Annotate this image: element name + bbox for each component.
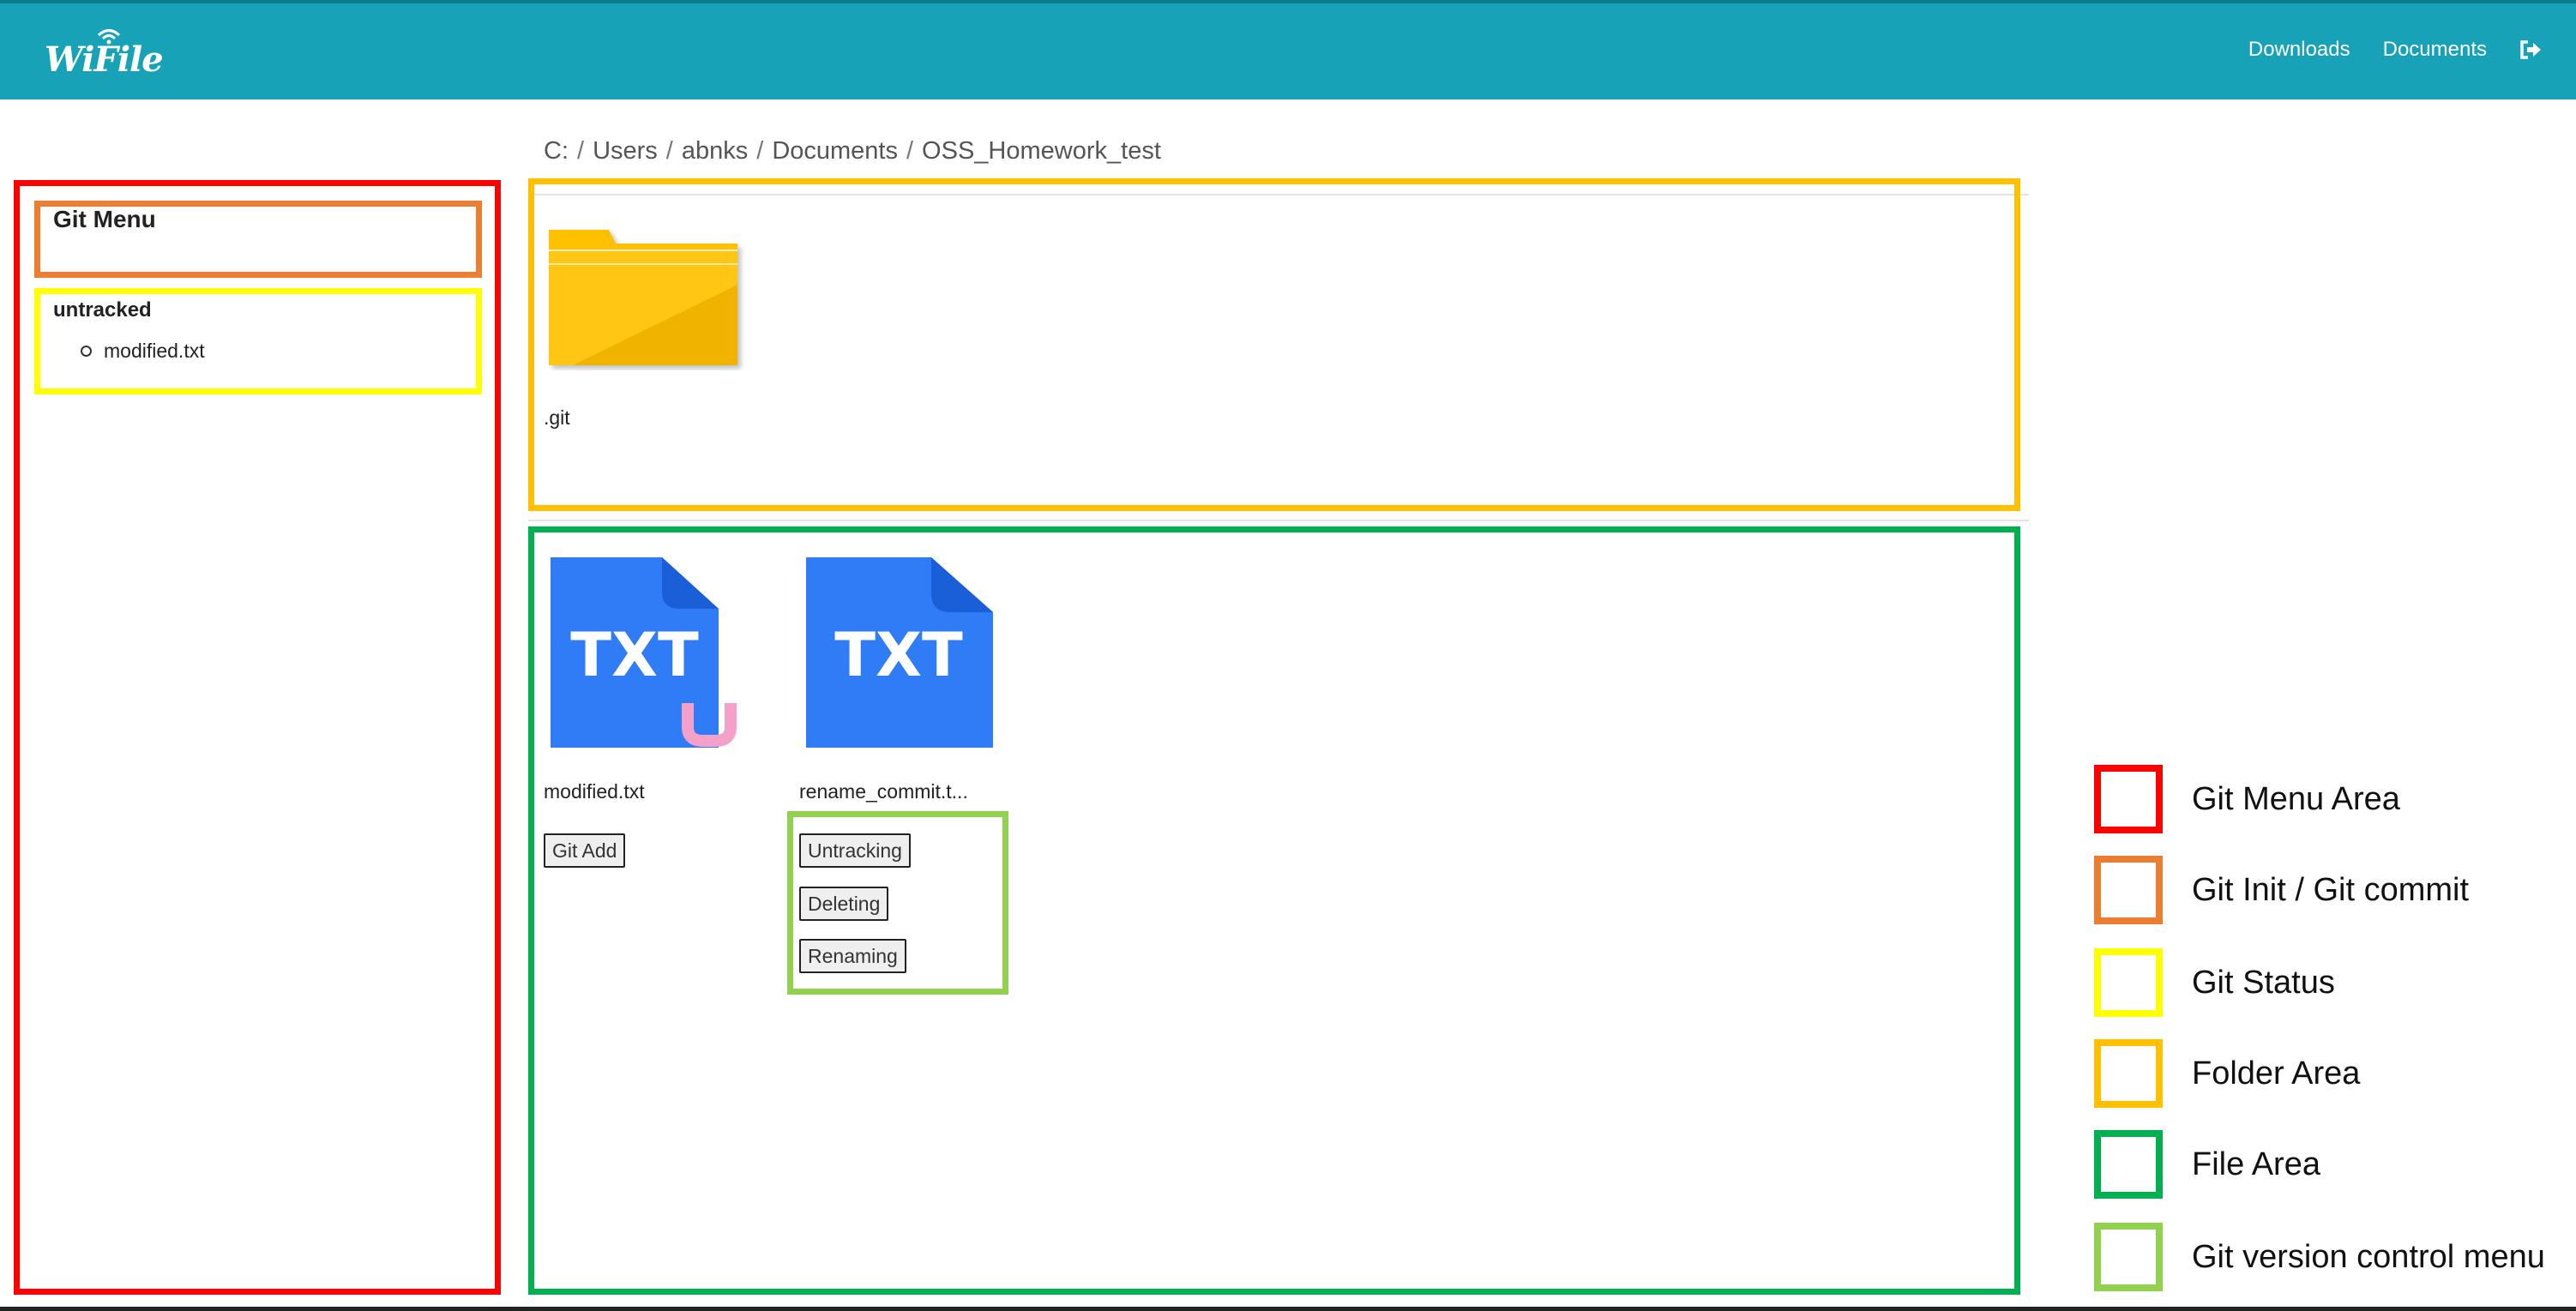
breadcrumb-item[interactable]: Users: [593, 137, 658, 165]
git-add-button[interactable]: Git Add: [544, 833, 626, 868]
git-status-list-item: modified.txt: [81, 340, 205, 363]
folder-name[interactable]: .git: [544, 406, 570, 430]
file-name[interactable]: rename_commit.t...: [799, 780, 968, 803]
breadcrumb-separator: /: [665, 137, 673, 165]
legend-label: Git version control menu: [2192, 1238, 2545, 1275]
sign-out-icon[interactable]: [2519, 39, 2542, 60]
nav-downloads-link[interactable]: Downloads: [2248, 38, 2350, 62]
breadcrumb: C: / Users / abnks / Documents / OSS_Hom…: [544, 137, 1161, 165]
app-logo[interactable]: WiFile: [45, 27, 164, 80]
breadcrumb-item[interactable]: abnks: [682, 137, 748, 165]
legend-item: Folder Area: [2094, 1039, 2360, 1108]
nav-links: Downloads Documents: [2248, 38, 2542, 62]
breadcrumb-item[interactable]: OSS_Homework_test: [922, 137, 1161, 165]
txt-file-icon: TXT: [551, 557, 737, 748]
breadcrumb-separator: /: [906, 137, 914, 165]
status-file-name: modified.txt: [104, 340, 205, 362]
legend-item: Git Menu Area: [2094, 765, 2400, 833]
top-navbar: WiFile Downloads Documents: [0, 0, 2576, 99]
breadcrumb-item[interactable]: Documents: [772, 137, 898, 165]
txt-file-icon: TXT: [806, 557, 993, 748]
legend-item: Git Init / Git commit: [2094, 856, 2469, 924]
breadcrumb-separator: /: [577, 137, 585, 165]
breadcrumb-separator: /: [756, 137, 764, 165]
folder-area-outline: [528, 178, 2020, 511]
file-area-outline: [528, 526, 2020, 1295]
legend-swatch: [2094, 765, 2163, 833]
divider: [528, 520, 2029, 521]
git-status-heading: untracked: [53, 298, 152, 322]
bullet-icon: [81, 346, 92, 357]
folder-icon: [549, 230, 737, 365]
legend-swatch: [2094, 1130, 2163, 1199]
svg-text:TXT: TXT: [834, 620, 963, 690]
git-menu-title: Git Menu: [53, 206, 156, 232]
svg-text:TXT: TXT: [570, 620, 699, 690]
legend-label: Git Init / Git commit: [2192, 871, 2470, 908]
folder-item[interactable]: [547, 225, 746, 370]
legend-item: File Area: [2094, 1130, 2320, 1199]
legend-label: File Area: [2192, 1146, 2320, 1182]
breadcrumb-item[interactable]: C:: [544, 137, 569, 165]
renaming-button[interactable]: Renaming: [799, 939, 906, 973]
nav-documents-link[interactable]: Documents: [2383, 38, 2487, 62]
untracking-button[interactable]: Untracking: [799, 833, 911, 868]
legend-swatch: [2094, 948, 2163, 1017]
logo-text: WiFile: [45, 39, 164, 80]
bottom-border: [0, 1307, 2576, 1311]
file-item[interactable]: TXT: [806, 557, 996, 748]
legend-label: Git Menu Area: [2192, 780, 2400, 817]
legend-swatch: [2094, 1039, 2163, 1108]
legend-label: Git Status: [2192, 964, 2335, 1001]
legend-item: Git version control menu: [2094, 1223, 2545, 1291]
deleting-button[interactable]: Deleting: [799, 887, 889, 921]
legend-label: Folder Area: [2192, 1055, 2361, 1091]
file-item[interactable]: TXT: [551, 557, 741, 748]
file-name[interactable]: modified.txt: [544, 780, 645, 803]
legend-item: Git Status: [2094, 948, 2335, 1017]
legend-swatch: [2094, 856, 2163, 924]
legend-swatch: [2094, 1223, 2163, 1291]
